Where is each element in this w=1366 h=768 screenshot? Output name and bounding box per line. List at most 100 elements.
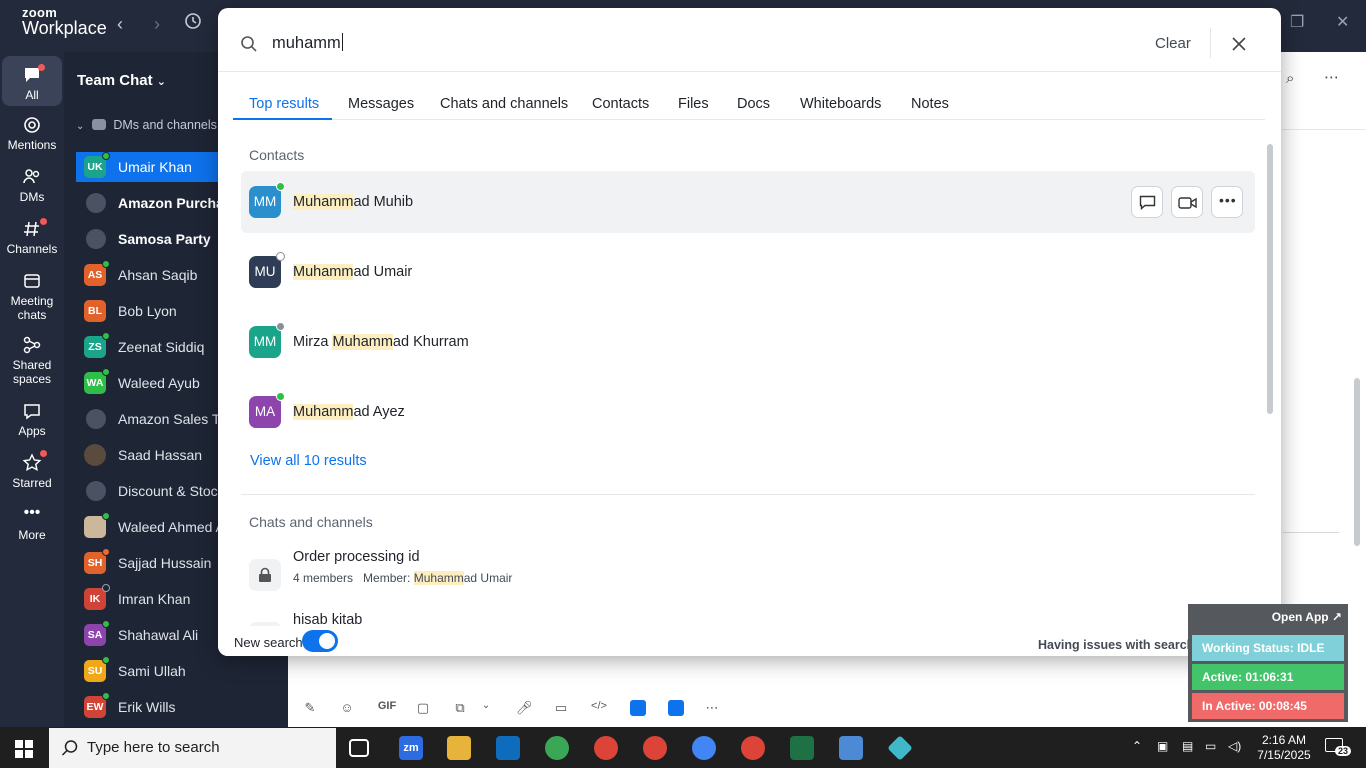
gif-icon[interactable]: GIF [376,700,398,716]
video-camera-icon [1178,197,1197,209]
rail-item-apps[interactable]: Apps [2,400,62,438]
tab-whiteboards[interactable]: Whiteboards [800,96,881,112]
avatar [84,444,106,466]
view-all-results-link[interactable]: View all 10 results [250,453,367,469]
emoji-icon[interactable]: ☺ [339,700,355,716]
rail-item-dms[interactable]: DMs [2,166,62,204]
clock[interactable]: 2:16 AM 7/15/2025 [1256,733,1312,763]
app-icon[interactable] [887,735,913,761]
chevron-down-icon: ⌄ [156,76,166,88]
rail-item-mentions[interactable]: Mentions [2,114,62,152]
rail-item-channels[interactable]: Channels [2,218,62,256]
tray-app-icon[interactable]: ▤ [1182,739,1193,753]
rail-item-meeting-chats[interactable]: Meeting chats [2,270,62,322]
close-icon[interactable] [1232,37,1246,51]
contact-result-muhammad-umair[interactable]: MU Muhammad Umair [241,241,1255,303]
file-explorer-icon[interactable] [447,736,471,760]
tab-docs[interactable]: Docs [737,96,770,112]
zoom-taskbar-icon[interactable]: zm [399,736,423,760]
chat-icon [1139,195,1156,210]
dms-channels-section[interactable]: ⌄ DMs and channels [76,118,217,132]
avatar [84,512,110,538]
avatar: AS [84,260,110,286]
search-footer: New search Having issues with search? [218,626,1281,656]
tab-top-results[interactable]: Top results [249,96,319,112]
file-icon[interactable]: ▢ [415,700,431,716]
microphone-icon[interactable]: 🎤︎ [516,700,533,716]
chevron-down-icon[interactable]: ⌄ [478,700,494,716]
notifications-icon[interactable]: 23 [1325,738,1352,756]
calculator-icon[interactable] [839,736,863,760]
contact-result-muhammad-muhib[interactable]: MM Muhammad Muhib ••• [241,171,1255,233]
avatar: ZS [84,332,110,358]
format-icon[interactable]: ✎ [302,700,318,716]
team-chat-title[interactable]: Team Chat ⌄ [77,72,166,89]
video-icon[interactable]: ▭ [553,700,569,716]
lock-icon [86,409,106,429]
forward-icon[interactable]: › [145,12,169,36]
rail-item-shared-spaces[interactable]: Shared spaces [2,334,62,386]
rail-item-all[interactable]: All [2,56,62,106]
excel-icon[interactable] [790,736,814,760]
results-scrollbar[interactable] [1267,144,1273,414]
chrome-icon[interactable] [545,736,569,760]
taskbar-search-box[interactable]: Type here to search [49,728,336,768]
people-icon [23,169,40,184]
app-icon[interactable] [668,700,684,716]
app-icon[interactable] [630,700,646,716]
avatar: SA [84,620,110,646]
video-call-button[interactable] [1171,186,1203,218]
task-view-icon[interactable] [349,739,369,757]
windows-taskbar: Type here to search zm ⌃ ▣ ▤ ▭ ◁) 2:16 A… [0,728,1366,768]
calendar-icon [24,274,40,288]
tab-messages[interactable]: Messages [348,96,414,112]
outlook-icon[interactable] [496,736,520,760]
active-time-bar: Active: 01:06:31 [1192,664,1344,690]
tab-notes[interactable]: Notes [911,96,949,112]
chrome-icon[interactable] [741,736,765,760]
back-icon[interactable]: ‹ [108,12,132,36]
new-search-toggle[interactable] [302,630,338,652]
more-options-button[interactable]: ••• [1211,186,1243,218]
restore-window-icon[interactable]: ❐ [1290,12,1304,32]
code-icon[interactable]: </> [591,700,607,716]
new-search-label: New search [234,635,303,650]
contact-result-mirza-muhammad-khurram[interactable]: MM Mirza Muhammad Khurram [241,311,1255,373]
screenshot-icon[interactable]: ⧉ [452,700,468,716]
chrome-icon[interactable] [643,736,667,760]
search-icon[interactable]: ⌕ [1286,70,1294,87]
rail-item-starred[interactable]: Starred [2,450,62,490]
chat-button[interactable] [1131,186,1163,218]
channel-result-order-processing-id[interactable]: Order processing id 4 members Member: Mu… [241,549,1255,609]
more-options-icon[interactable]: ⋯ [1324,68,1339,86]
windows-start-icon[interactable] [15,740,33,758]
show-hidden-icons[interactable]: ⌃ [1132,739,1142,753]
avatar: EW [84,692,110,718]
close-window-icon[interactable]: ✕ [1336,12,1349,32]
section-divider [241,494,1255,495]
tab-contacts[interactable]: Contacts [592,96,649,112]
sidebar-item-sami-ullah[interactable]: SU Sami Ullah [76,656,288,686]
volume-icon[interactable]: ◁) [1228,739,1241,753]
online-status-dot [276,182,285,191]
tab-files[interactable]: Files [678,96,709,112]
notification-dot [40,450,47,457]
open-app-link[interactable]: Open App ↗ [1272,610,1342,624]
search-input[interactable]: muhamm [272,33,343,53]
search-bar: muhamm Clear [218,8,1281,72]
contact-result-muhammad-ayez[interactable]: MA Muhammad Ayez [241,381,1255,443]
network-icon[interactable]: ▭ [1205,739,1216,753]
tab-chats-and-channels[interactable]: Chats and channels [440,96,568,112]
sidebar-item-erik-wills[interactable]: EW Erik Wills [76,692,288,722]
notification-dot [40,218,47,225]
chrome-icon[interactable] [692,736,716,760]
clear-button[interactable]: Clear [1155,35,1191,52]
rail-item-more[interactable]: ••• More [2,504,62,542]
tray-app-icon[interactable]: ▣ [1157,739,1168,753]
scrollbar[interactable] [1354,378,1360,546]
avatar: BL [84,300,106,322]
more-dots-icon[interactable]: ⋯ [704,700,720,716]
history-icon[interactable] [181,12,205,36]
avatar: UK [84,152,110,178]
chrome-icon[interactable] [594,736,618,760]
